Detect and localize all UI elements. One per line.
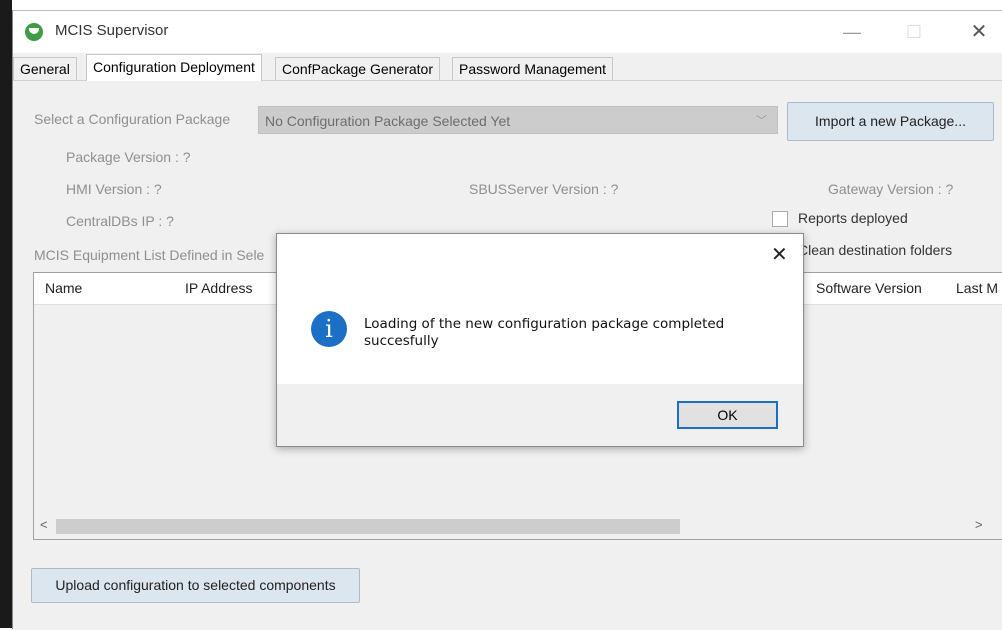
dialog-close-button[interactable]: ✕ <box>771 242 788 267</box>
title-bar: MCIS Supervisor — ☐ ✕ <box>13 11 1002 53</box>
tab-configuration-deployment[interactable]: Configuration Deployment <box>86 54 262 81</box>
maximize-button[interactable]: ☐ <box>901 19 927 45</box>
scroll-right-icon[interactable]: > <box>975 517 983 532</box>
scroll-left-icon[interactable]: < <box>40 517 48 532</box>
hmi-version-label: HMI Version : ? <box>66 181 162 197</box>
package-version-label: Package Version : ? <box>66 149 191 165</box>
package-select-value: No Configuration Package Selected Yet <box>265 113 511 129</box>
gateway-version-label: Gateway Version : ? <box>828 181 954 197</box>
column-name[interactable]: Name <box>45 280 82 296</box>
tab-password-management[interactable]: Password Management <box>452 57 614 80</box>
app-logo-icon <box>25 23 43 41</box>
column-last-m[interactable]: Last M <box>956 280 998 296</box>
reports-deployed-checkbox[interactable] <box>772 211 788 227</box>
sbus-version-label: SBUSServer Version : ? <box>469 181 619 197</box>
package-select[interactable]: No Configuration Package Selected Yet ﹀ <box>258 106 778 134</box>
clean-folders-label: Clean destination folders <box>798 242 953 258</box>
minimize-button[interactable]: — <box>839 19 865 45</box>
info-icon: i <box>311 311 347 347</box>
equipment-list-label: MCIS Equipment List Defined in Sele <box>34 247 265 263</box>
upload-configuration-button[interactable]: Upload configuration to selected compone… <box>31 568 360 603</box>
tab-confpackage-generator[interactable]: ConfPackage Generator <box>275 57 440 80</box>
background-strip <box>0 0 12 628</box>
column-software-version[interactable]: Software Version <box>816 280 922 296</box>
dialog-footer: OK <box>277 384 803 446</box>
select-package-label: Select a Configuration Package <box>34 111 231 127</box>
reports-deployed-label: Reports deployed <box>798 210 908 226</box>
centraldbs-ip-label: CentralDBs IP : ? <box>66 213 174 229</box>
ok-button[interactable]: OK <box>677 401 778 429</box>
import-package-button[interactable]: Import a new Package... <box>787 102 994 141</box>
horizontal-scrollbar[interactable]: < > <box>34 514 1002 538</box>
scroll-thumb[interactable] <box>56 519 680 534</box>
dialog-message: Loading of the new configuration package… <box>364 316 725 349</box>
tab-general[interactable]: General <box>13 57 77 80</box>
chevron-down-icon: ﹀ <box>756 115 767 127</box>
message-dialog: ✕ i Loading of the new configuration pac… <box>276 233 804 447</box>
window-title: MCIS Supervisor <box>55 22 169 39</box>
close-window-button[interactable]: ✕ <box>966 19 992 45</box>
column-ip-address[interactable]: IP Address <box>185 280 252 296</box>
